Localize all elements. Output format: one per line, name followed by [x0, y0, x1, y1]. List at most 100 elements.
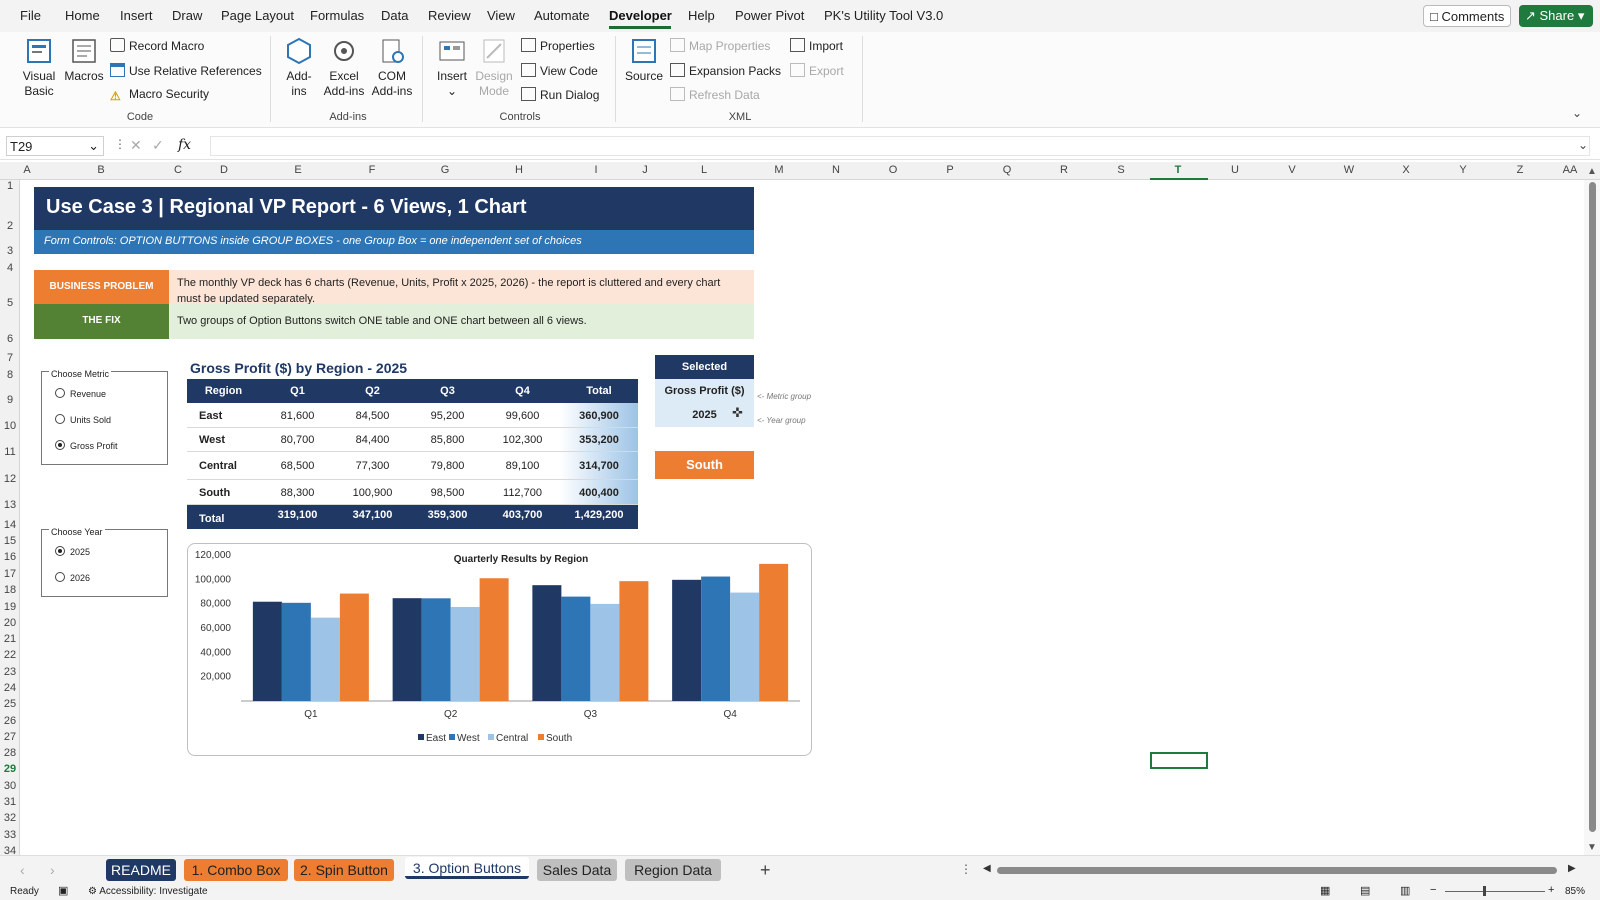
- menu-data[interactable]: Data: [381, 8, 408, 23]
- relative-references-button[interactable]: Use Relative References: [110, 63, 262, 78]
- insert-control-button[interactable]: Insert ⌄: [432, 36, 472, 99]
- menu-draw[interactable]: Draw: [172, 8, 202, 23]
- com-addins-button[interactable]: COM Add-ins: [370, 36, 414, 99]
- column-header[interactable]: AA: [1562, 164, 1578, 176]
- row-header[interactable]: 9: [0, 394, 20, 406]
- row-header[interactable]: 19: [0, 601, 20, 613]
- zoom-slider[interactable]: [1445, 891, 1545, 892]
- column-header[interactable]: A: [19, 164, 35, 176]
- column-header[interactable]: T: [1170, 164, 1186, 176]
- column-header[interactable]: G: [437, 164, 453, 176]
- row-header[interactable]: 3: [0, 245, 20, 257]
- row-header[interactable]: 16: [0, 551, 20, 563]
- properties-button[interactable]: Properties: [521, 38, 595, 53]
- row-header[interactable]: 17: [0, 568, 20, 580]
- column-header[interactable]: B: [93, 164, 109, 176]
- column-header[interactable]: N: [828, 164, 844, 176]
- addins-button[interactable]: Add-ins: [279, 36, 319, 99]
- collapse-ribbon-icon[interactable]: ⌄: [1572, 106, 1582, 120]
- menu-review[interactable]: Review: [428, 8, 471, 23]
- menu-home[interactable]: Home: [65, 8, 100, 23]
- comments-button[interactable]: □ Comments: [1423, 5, 1511, 27]
- column-header[interactable]: I: [588, 164, 604, 176]
- record-macro-button[interactable]: Record Macro: [110, 38, 204, 53]
- option-button[interactable]: [55, 414, 65, 424]
- import-button[interactable]: Import: [790, 38, 843, 53]
- column-header[interactable]: O: [885, 164, 901, 176]
- row-header[interactable]: 12: [0, 473, 20, 485]
- row-header[interactable]: 18: [0, 584, 20, 596]
- row-header[interactable]: 30: [0, 780, 20, 792]
- scroll-up-icon[interactable]: ▲: [1587, 166, 1597, 177]
- name-box[interactable]: T29 ⌄: [6, 136, 104, 156]
- formula-input[interactable]: [210, 136, 1590, 156]
- export-button[interactable]: Export: [790, 63, 844, 78]
- column-header[interactable]: E: [290, 164, 306, 176]
- insert-function-button[interactable]: fx: [178, 137, 191, 153]
- column-header[interactable]: S: [1113, 164, 1129, 176]
- column-header[interactable]: Q: [999, 164, 1015, 176]
- sheet-tab[interactable]: 1. Combo Box: [184, 859, 288, 881]
- column-header[interactable]: Z: [1512, 164, 1528, 176]
- column-header[interactable]: Y: [1455, 164, 1471, 176]
- page-break-view-icon[interactable]: ▥: [1400, 884, 1410, 897]
- menu-page-layout[interactable]: Page Layout: [221, 8, 294, 23]
- zoom-in-icon[interactable]: +: [1548, 884, 1554, 896]
- row-header[interactable]: 29: [0, 763, 20, 775]
- row-header[interactable]: 26: [0, 715, 20, 727]
- row-header[interactable]: 2: [0, 220, 20, 232]
- menu-power-pivot[interactable]: Power Pivot: [735, 8, 804, 23]
- row-header[interactable]: 23: [0, 666, 20, 678]
- cancel-icon[interactable]: ✕: [130, 137, 142, 154]
- row-header[interactable]: 4: [0, 262, 20, 274]
- sheet-tab[interactable]: 2. Spin Button: [294, 859, 394, 881]
- row-header[interactable]: 33: [0, 829, 20, 841]
- column-header[interactable]: V: [1284, 164, 1300, 176]
- column-header[interactable]: L: [696, 164, 712, 176]
- page-layout-view-icon[interactable]: ▤: [1360, 884, 1370, 897]
- row-header[interactable]: 15: [0, 535, 20, 547]
- column-header[interactable]: J: [637, 164, 653, 176]
- column-header[interactable]: D: [216, 164, 232, 176]
- expansion-packs-button[interactable]: Expansion Packs: [670, 63, 781, 78]
- share-button[interactable]: ↗ Share ▾: [1519, 5, 1593, 27]
- option-label[interactable]: Revenue: [70, 389, 106, 399]
- row-header[interactable]: 21: [0, 633, 20, 645]
- row-header[interactable]: 10: [0, 420, 20, 432]
- enter-icon[interactable]: ✓: [152, 137, 164, 154]
- macro-status-icon[interactable]: ▣: [58, 884, 68, 897]
- row-header[interactable]: 5: [0, 297, 20, 309]
- scroll-right-icon[interactable]: ▶: [1568, 863, 1576, 874]
- row-header[interactable]: 24: [0, 682, 20, 694]
- row-header[interactable]: 14: [0, 519, 20, 531]
- column-header[interactable]: H: [511, 164, 527, 176]
- row-header[interactable]: 1: [0, 180, 20, 192]
- row-header[interactable]: 20: [0, 617, 20, 629]
- scroll-left-icon[interactable]: ◀: [983, 863, 991, 874]
- menu-view[interactable]: View: [487, 8, 515, 23]
- row-header[interactable]: 11: [0, 446, 20, 458]
- prev-sheet-icon[interactable]: ‹: [20, 862, 25, 878]
- option-label[interactable]: Gross Profit: [70, 441, 118, 451]
- run-dialog-button[interactable]: Run Dialog: [521, 87, 599, 102]
- sheet-tab[interactable]: Sales Data: [537, 859, 617, 881]
- xml-source-button[interactable]: Source: [624, 36, 664, 84]
- bar-chart[interactable]: Quarterly Results by Region 20,000 40,000 6…: [187, 543, 812, 756]
- normal-view-icon[interactable]: ▦: [1320, 884, 1330, 897]
- column-header[interactable]: U: [1227, 164, 1243, 176]
- menu-automate[interactable]: Automate: [534, 8, 590, 23]
- more-sheets-icon[interactable]: ⋮: [960, 862, 972, 876]
- row-header[interactable]: 32: [0, 812, 20, 824]
- expand-formula-icon[interactable]: ⌄: [1578, 138, 1588, 152]
- option-label[interactable]: Units Sold: [70, 415, 111, 425]
- zoom-out-icon[interactable]: −: [1430, 884, 1436, 896]
- row-header[interactable]: 31: [0, 796, 20, 808]
- row-header[interactable]: 25: [0, 698, 20, 710]
- visual-basic-button[interactable]: Visual Basic: [18, 36, 60, 99]
- sheet-tab[interactable]: Region Data: [625, 859, 721, 881]
- zoom-level[interactable]: 85%: [1565, 886, 1585, 897]
- row-header[interactable]: 28: [0, 747, 20, 759]
- sheet-tab[interactable]: README: [106, 859, 176, 881]
- row-header[interactable]: 27: [0, 731, 20, 743]
- zoom-slider-thumb[interactable]: [1483, 886, 1486, 896]
